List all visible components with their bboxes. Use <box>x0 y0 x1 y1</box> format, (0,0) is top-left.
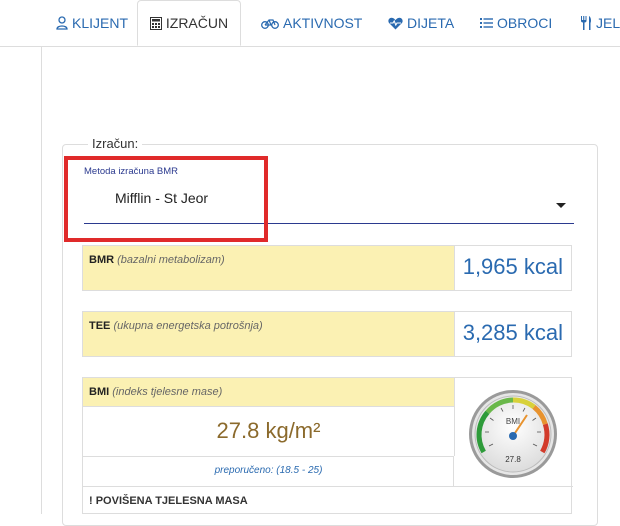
heartbeat-icon <box>388 17 403 30</box>
bmi-recommended: preporučeno: (18.5 - 25) <box>214 465 323 476</box>
dropdown-caret-icon[interactable] <box>556 203 566 208</box>
bmr-subtitle: (bazalni metabolizam) <box>117 254 225 266</box>
gauge-label: BMI <box>506 417 520 426</box>
fieldset-legend: Izračun: <box>88 136 143 151</box>
bmi-warning-row: ! POVIŠENA TJELESNA MASA <box>83 486 573 515</box>
bicycle-icon <box>261 17 279 29</box>
tab-label: AKTIVNOST <box>283 15 363 31</box>
tab-obroci[interactable]: OBROCI <box>480 0 552 46</box>
tab-jelo[interactable]: JELO <box>580 0 620 46</box>
bmi-value: 27.8 kg/m² <box>83 406 455 456</box>
bmi-recommended-row: preporučeno: (18.5 - 25) <box>83 456 454 486</box>
tab-label: JELO <box>596 15 620 31</box>
tab-izracun[interactable]: IZRAČUN <box>137 0 241 46</box>
list-icon <box>480 17 493 29</box>
tee-subtitle: (ukupna energetska potrošnja) <box>113 320 263 332</box>
bmi-warning: ! POVIŠENA TJELESNA MASA <box>89 495 248 507</box>
tab-label: IZRAČUN <box>165 15 229 31</box>
tab-bar: KLIJENT IZRAČUN AKTIVNOST DIJETA OBROCI … <box>0 0 620 47</box>
bmr-title: BMR <box>89 254 115 266</box>
user-icon <box>56 16 68 30</box>
bmi-title: BMI <box>89 386 110 398</box>
tab-label: DIJETA <box>407 15 455 31</box>
bmi-gauge-icon: BMI 27.8 <box>469 390 557 478</box>
bmi-panel: BMI (indeks tjelesne mase) 27.8 kg/m² pr… <box>82 377 573 515</box>
utensils-icon <box>580 16 592 30</box>
bmr-row: BMR (bazalni metabolizam) 1,965 kcal <box>82 245 572 291</box>
bmi-label-cell: BMI (indeks tjelesne mase) <box>83 378 455 407</box>
tee-value: 3,285 kcal <box>462 320 563 345</box>
tee-row: TEE (ukupna energetska potrošnja) 3,285 … <box>82 311 572 357</box>
tee-label-cell: TEE (ukupna energetska potrošnja) <box>83 312 455 356</box>
tab-klijent[interactable]: KLIJENT <box>56 0 128 46</box>
tab-label: KLIJENT <box>72 15 129 31</box>
tab-label: OBROCI <box>497 15 553 31</box>
bmi-subtitle: (indeks tjelesne mase) <box>112 386 223 398</box>
tab-dijeta[interactable]: DIJETA <box>388 0 454 46</box>
tee-title: TEE <box>89 320 111 332</box>
bmr-label-cell: BMR (bazalni metabolizam) <box>83 246 455 290</box>
bmr-value: 1,965 kcal <box>462 254 563 279</box>
highlight-box <box>64 156 268 242</box>
tab-aktivnost[interactable]: AKTIVNOST <box>261 0 362 46</box>
gauge-value: 27.8 <box>505 455 521 464</box>
calculator-icon <box>149 16 162 30</box>
